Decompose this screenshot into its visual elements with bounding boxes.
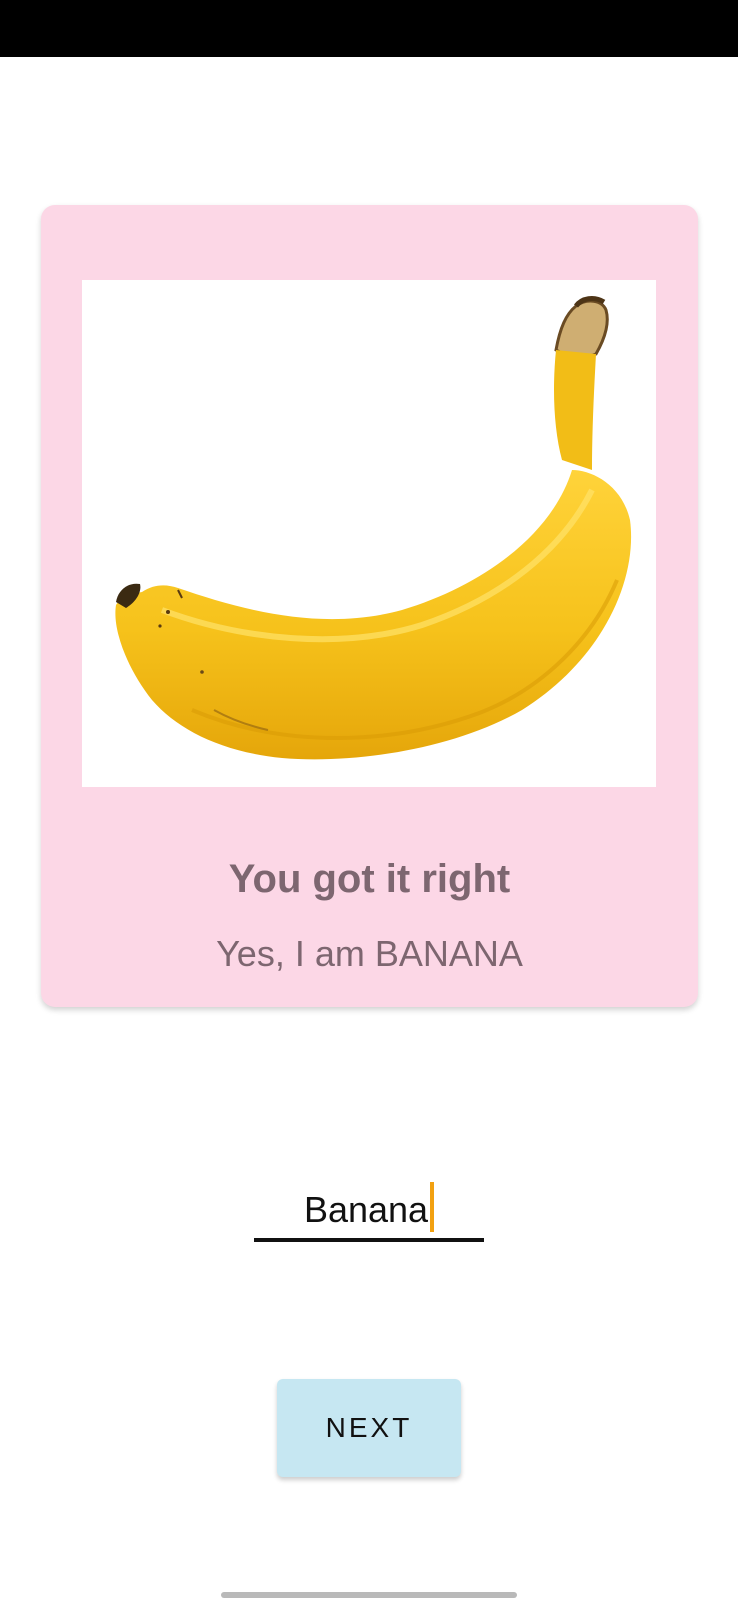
text-caret xyxy=(430,1182,435,1232)
home-indicator[interactable] xyxy=(221,1592,517,1598)
result-subtitle: Yes, I am BANANA xyxy=(216,933,523,974)
status-bar xyxy=(0,0,738,57)
answer-input[interactable]: Banana xyxy=(254,1178,484,1242)
banana-image xyxy=(115,296,632,760)
result-title: You got it right xyxy=(228,857,511,901)
result-card: You got it right Yes, I am BANANA xyxy=(41,205,698,1007)
next-button[interactable]: NEXT xyxy=(277,1379,461,1477)
fruit-image-frame xyxy=(82,280,656,787)
answer-input-value[interactable]: Banana xyxy=(304,1184,428,1238)
